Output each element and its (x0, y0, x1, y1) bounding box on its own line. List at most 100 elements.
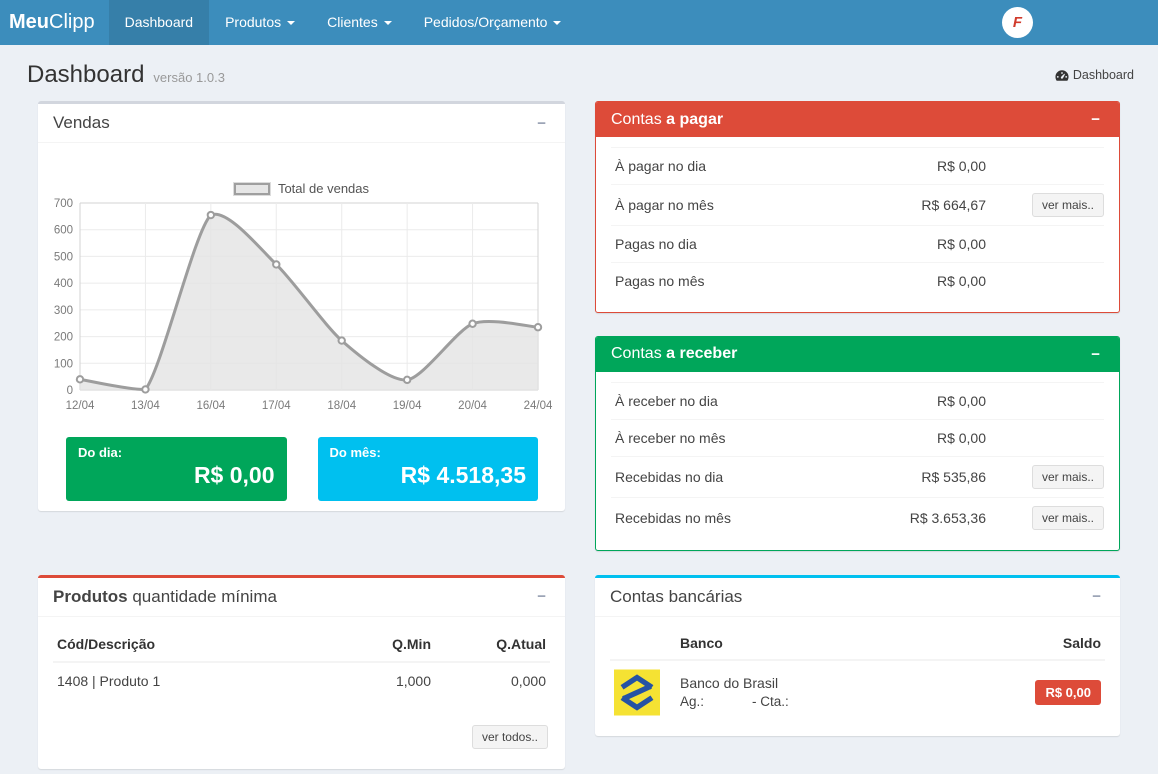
collapse-button[interactable]: − (1087, 110, 1104, 129)
brand-logo[interactable]: MeuClipp (0, 0, 109, 45)
ver-mais-button[interactable]: ver mais.. (1032, 465, 1104, 489)
nav-item-label: Produtos (225, 14, 281, 30)
brand-regular: Clipp (49, 11, 95, 33)
svg-text:12/04: 12/04 (66, 400, 95, 412)
svg-text:700: 700 (54, 198, 73, 210)
table-row: 1408 | Produto 1 1,000 0,000 (53, 662, 550, 699)
row-2: Produtos quantidade mínima − Cód/Descriç… (38, 575, 1120, 769)
ver-todos-button[interactable]: ver todos.. (472, 725, 548, 749)
table-row: À receber no mês R$ 0,00 (611, 419, 1104, 456)
svg-text:18/04: 18/04 (327, 400, 356, 412)
svg-text:13/04: 13/04 (131, 400, 160, 412)
sales-totals: Do dia: R$ 0,00 Do mês: R$ 4.518,35 (48, 437, 555, 501)
table-row: À pagar no mês R$ 664,67 ver mais.. (611, 185, 1104, 226)
ver-mais-button[interactable]: ver mais.. (1032, 193, 1104, 217)
brand-bold: Meu (9, 11, 49, 33)
table-row: Recebidas no mês R$ 3.653,36 ver mais.. (611, 497, 1104, 538)
panel-contas-receber-title: Contas a receber (611, 345, 737, 363)
nav-item-label: Dashboard (125, 14, 194, 30)
panel-produtos-title: Produtos quantidade mínima (53, 587, 277, 607)
sales-area-chart: 010020030040050060070012/0413/0416/0417/… (49, 198, 554, 414)
panel-vendas-header: Vendas − (38, 104, 565, 143)
row-value: R$ 0,00 (866, 382, 986, 419)
total-day-box: Do dia: R$ 0,00 (66, 437, 287, 501)
row-label: Recebidas no dia (611, 456, 866, 497)
nav-item-label: Clientes (327, 14, 378, 30)
panel-contas-pagar-title: Contas a pagar (611, 111, 723, 129)
product-qmin: 1,000 (345, 662, 435, 699)
panel-contas-receber-header: Contas a receber − (596, 337, 1119, 372)
panel-contas-pagar: Contas a pagar − À pagar no dia R$ 0,00 … (595, 101, 1120, 313)
breadcrumb[interactable]: Dashboard (1055, 68, 1134, 82)
svg-text:19/04: 19/04 (393, 400, 422, 412)
row-label: Pagas no dia (611, 226, 866, 263)
panel-contas-bancarias-title: Contas bancárias (610, 587, 742, 607)
banco-do-brasil-logo (614, 669, 660, 716)
row-label: À receber no mês (611, 419, 866, 456)
svg-text:600: 600 (54, 225, 73, 237)
nav-item-dashboard[interactable]: Dashboard (109, 0, 210, 45)
panel-contas-bancarias-header: Contas bancárias − (595, 578, 1120, 617)
collapse-button[interactable]: − (1087, 345, 1104, 364)
row-label: Pagas no mês (611, 263, 866, 300)
content: Vendas − Total de vendas 010020030040050… (0, 101, 1158, 769)
bank-details: Ag.:- Cta.: (680, 694, 991, 709)
nav-item-pedidos-orcamento[interactable]: Pedidos/Orçamento (408, 0, 578, 45)
chevron-down-icon (287, 21, 295, 25)
product-qatual: 0,000 (435, 662, 550, 699)
column-header-qatual: Q.Atual (435, 627, 550, 662)
collapse-button[interactable]: − (1088, 587, 1105, 606)
collapse-button[interactable]: − (533, 587, 550, 606)
panel-contas-receber: Contas a receber − À receber no dia R$ 0… (595, 336, 1120, 551)
row-1: Vendas − Total de vendas 010020030040050… (38, 101, 1120, 551)
column-header-cod-descricao: Cód/Descrição (53, 627, 345, 662)
svg-text:16/04: 16/04 (196, 400, 225, 412)
row-value: R$ 3.653,36 (866, 497, 986, 538)
total-day-label: Do dia: (78, 445, 275, 460)
svg-text:100: 100 (54, 358, 73, 370)
chart-legend: Total de vendas (48, 181, 555, 196)
svg-text:200: 200 (54, 332, 73, 344)
svg-text:300: 300 (54, 305, 73, 317)
ver-mais-button[interactable]: ver mais.. (1032, 506, 1104, 530)
panel-produtos-header: Produtos quantidade mínima − (38, 578, 565, 617)
panel-vendas-title: Vendas (53, 113, 110, 133)
saldo-badge: R$ 0,00 (1035, 680, 1101, 705)
panel-produtos: Produtos quantidade mínima − Cód/Descriç… (38, 575, 565, 769)
row-label: À receber no dia (611, 382, 866, 419)
page-version: versão 1.0.3 (153, 70, 225, 85)
total-month-value: R$ 4.518,35 (330, 462, 527, 489)
nav-item-clientes[interactable]: Clientes (311, 0, 408, 45)
navbar: MeuClipp Dashboard Produtos Clientes Ped… (0, 0, 1158, 45)
table-row: Pagas no mês R$ 0,00 (611, 263, 1104, 300)
row-value: R$ 0,00 (866, 263, 986, 300)
svg-text:0: 0 (67, 385, 73, 397)
table-row: À pagar no dia R$ 0,00 (611, 148, 1104, 185)
page-title: Dashboard (27, 61, 144, 89)
nav-item-produtos[interactable]: Produtos (209, 0, 311, 45)
nav-item-label: Pedidos/Orçamento (424, 14, 548, 30)
total-day-value: R$ 0,00 (78, 462, 275, 489)
collapse-button[interactable]: − (533, 114, 550, 133)
legend-swatch (234, 183, 270, 195)
table-row: Banco do Brasil Ag.:- Cta.: R$ 0,00 (610, 660, 1105, 724)
main-nav: Dashboard Produtos Clientes Pedidos/Orça… (109, 0, 578, 45)
breadcrumb-label: Dashboard (1073, 68, 1134, 82)
user-avatar[interactable]: F (1002, 7, 1033, 38)
svg-text:24/04: 24/04 (524, 400, 553, 412)
row-value: R$ 0,00 (866, 148, 986, 185)
bank-name: Banco do Brasil (680, 675, 991, 691)
svg-text:500: 500 (54, 251, 73, 263)
svg-text:20/04: 20/04 (458, 400, 487, 412)
total-month-box: Do mês: R$ 4.518,35 (318, 437, 539, 501)
table-row: Recebidas no dia R$ 535,86 ver mais.. (611, 456, 1104, 497)
table-row: À receber no dia R$ 0,00 (611, 382, 1104, 419)
svg-text:17/04: 17/04 (262, 400, 291, 412)
chevron-down-icon (553, 21, 561, 25)
chevron-down-icon (384, 21, 392, 25)
column-header-qmin: Q.Min (345, 627, 435, 662)
row-value: R$ 0,00 (866, 226, 986, 263)
panel-vendas: Vendas − Total de vendas 010020030040050… (38, 101, 565, 511)
avatar-letter: F (1013, 14, 1022, 31)
row-label: À pagar no mês (611, 185, 866, 226)
